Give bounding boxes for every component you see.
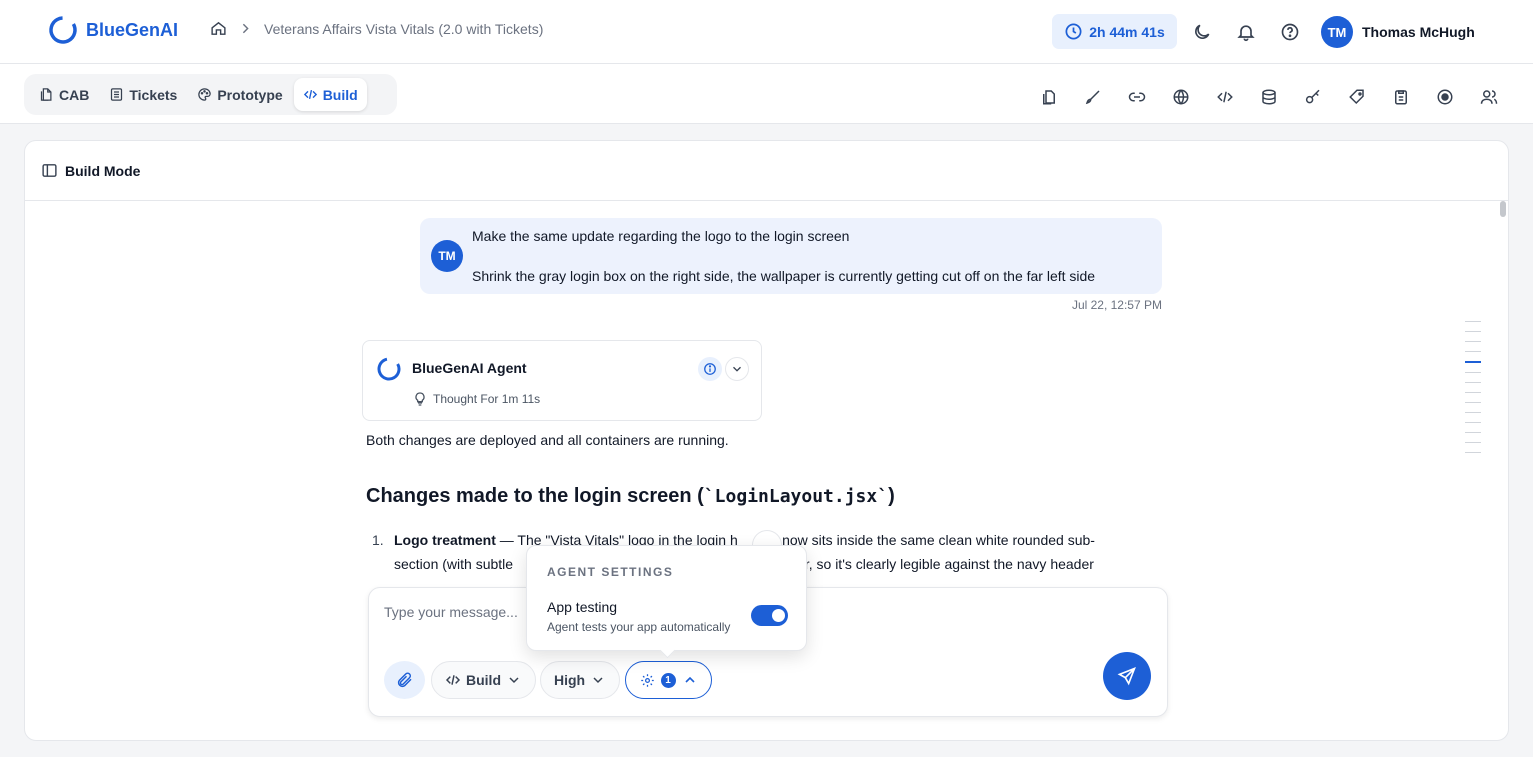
user-message: TM Make the same update regarding the lo…	[420, 218, 1162, 294]
agent-settings-button[interactable]: 1	[625, 661, 712, 699]
panel-header: Build Mode	[25, 141, 1508, 201]
clipboard-icon[interactable]	[1392, 88, 1410, 106]
heading-suffix: )	[888, 485, 895, 507]
tab-cab-label: CAB	[59, 86, 90, 103]
message-avatar: TM	[431, 240, 463, 272]
bell-icon[interactable]	[1236, 22, 1256, 42]
clock-icon	[1065, 23, 1082, 40]
key-icon[interactable]	[1304, 88, 1322, 106]
effort-select[interactable]: High	[540, 661, 621, 699]
breadcrumb: Veterans Affairs Vista Vitals (2.0 with …	[210, 20, 543, 37]
globe-icon[interactable]	[1172, 88, 1190, 106]
app-testing-toggle[interactable]	[751, 605, 788, 626]
session-timer[interactable]: 2h 44m 41s	[1052, 14, 1177, 49]
tag-icon[interactable]	[1348, 88, 1366, 106]
user-message-line-2: Shrink the gray login box on the right s…	[472, 268, 1096, 284]
list-item-text-b: er now sits inside the same clean white …	[765, 532, 1095, 548]
heading-code: `LoginLayout.jsx`	[703, 486, 889, 507]
link-icon[interactable]	[1128, 88, 1146, 106]
send-icon	[1117, 667, 1136, 686]
mode-select[interactable]: Build	[431, 661, 536, 699]
attach-button[interactable]	[384, 661, 425, 699]
app-logo[interactable]: BlueGenAI	[48, 15, 178, 45]
breadcrumb-project[interactable]: Veterans Affairs Vista Vitals (2.0 with …	[264, 21, 543, 37]
tab-tickets[interactable]: Tickets	[100, 78, 186, 111]
user-avatar[interactable]: TM	[1321, 16, 1353, 48]
list-number: 1.	[372, 532, 384, 548]
mode-tabs: CAB Tickets Prototype Build	[24, 74, 397, 115]
tab-build-label: Build	[322, 86, 358, 103]
thought-duration: Thought For 1m 11s	[412, 391, 540, 407]
tab-prototype[interactable]: Prototype	[188, 78, 291, 111]
document-icon	[40, 88, 52, 101]
tab-tickets-label: Tickets	[129, 86, 178, 103]
list-icon	[111, 88, 123, 101]
app-testing-description: Agent tests your app automatically	[547, 620, 731, 634]
code-icon[interactable]	[1216, 88, 1234, 106]
effort-select-label: High	[554, 672, 586, 688]
agent-response: Both changes are deployed and all contai…	[366, 432, 729, 448]
tab-build[interactable]: Build	[293, 78, 367, 111]
agent-name: BlueGenAI Agent	[412, 360, 527, 376]
tab-cab[interactable]: CAB	[30, 78, 98, 111]
info-icon[interactable]	[698, 357, 722, 381]
app-name: BlueGenAI	[86, 19, 179, 40]
list-item-text-d: er, so it's clearly legible against the …	[797, 556, 1094, 572]
sidebar-toggle-icon[interactable]	[41, 162, 58, 179]
chevron-right-icon	[242, 23, 249, 34]
code-icon	[445, 675, 461, 685]
mode-bar: CAB Tickets Prototype Build	[0, 64, 1533, 124]
list-item-text-c: section (with subtle	[394, 556, 514, 572]
chevron-down-icon[interactable]	[725, 357, 749, 381]
users-icon[interactable]	[1480, 88, 1498, 106]
palette-icon	[198, 88, 212, 101]
home-icon[interactable]	[210, 20, 227, 37]
bluegenai-logo-icon	[49, 16, 77, 44]
message-timestamp: Jul 22, 12:57 PM	[1071, 298, 1162, 312]
response-heading: Changes made to the login screen (`Login…	[366, 485, 895, 508]
send-button[interactable]	[1103, 652, 1151, 700]
settings-count-badge: 1	[660, 672, 676, 688]
chevron-down-icon	[593, 677, 603, 684]
top-bar: BlueGenAI Veterans Affairs Vista Vitals …	[0, 0, 1533, 64]
brush-icon[interactable]	[1084, 88, 1102, 106]
thought-label: Thought For 1m 11s	[433, 392, 541, 406]
timer-value: 2h 44m 41s	[1089, 23, 1165, 40]
heading-text: Changes made to the login screen (	[366, 485, 704, 507]
help-icon[interactable]	[1280, 22, 1300, 42]
database-icon[interactable]	[1260, 88, 1278, 106]
chat-scrollbar[interactable]	[1500, 201, 1506, 217]
agent-settings-popover: AGENT SETTINGS App testing Agent tests y…	[526, 545, 807, 651]
user-name[interactable]: Thomas McHugh	[1362, 24, 1475, 40]
conversation-minimap[interactable]	[1465, 321, 1481, 462]
paperclip-icon	[397, 672, 412, 688]
panel-title: Build Mode	[65, 162, 141, 179]
agent-thought-card[interactable]: BlueGenAI Agent Thought For 1m 11s	[362, 340, 762, 421]
tab-prototype-label: Prototype	[217, 86, 283, 103]
popover-title: AGENT SETTINGS	[547, 565, 674, 579]
chevron-up-icon	[684, 676, 695, 683]
moon-icon[interactable]	[1192, 22, 1212, 42]
app-testing-label: App testing	[547, 599, 618, 615]
gear-icon	[640, 673, 654, 687]
code-icon	[303, 89, 317, 100]
list-item-title: Logo treatment	[394, 532, 496, 548]
copy-icon[interactable]	[1040, 88, 1058, 106]
user-message-line-1: Make the same update regarding the logo …	[472, 228, 850, 244]
record-icon[interactable]	[1436, 88, 1454, 106]
lightbulb-icon	[415, 392, 425, 406]
mode-select-label: Build	[466, 672, 501, 688]
agent-logo-icon	[377, 357, 401, 381]
chevron-down-icon	[509, 677, 519, 684]
